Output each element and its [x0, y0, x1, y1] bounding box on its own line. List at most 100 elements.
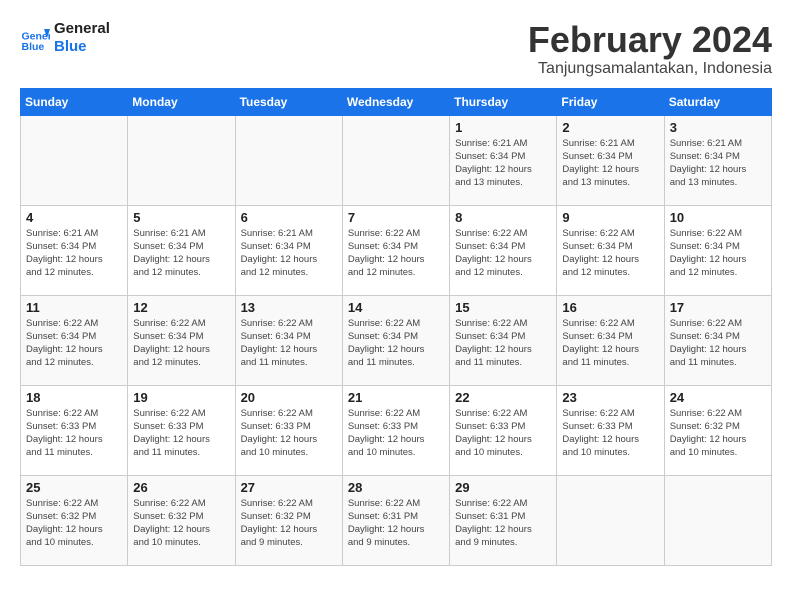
day-number: 29: [455, 480, 551, 495]
calendar-cell: 6 Sunrise: 6:21 AM Sunset: 6:34 PM Daylig…: [235, 205, 342, 295]
day-info: Sunrise: 6:21 AM Sunset: 6:34 PM Dayligh…: [455, 137, 551, 190]
calendar-cell: 23 Sunrise: 6:22 AM Sunset: 6:33 PM Dayli…: [557, 385, 664, 475]
day-number: 1: [455, 120, 551, 135]
day-info: Sunrise: 6:22 AM Sunset: 6:34 PM Dayligh…: [670, 317, 766, 370]
calendar-cell: 17 Sunrise: 6:22 AM Sunset: 6:34 PM Dayli…: [664, 295, 771, 385]
day-info: Sunrise: 6:22 AM Sunset: 6:32 PM Dayligh…: [670, 407, 766, 460]
calendar-cell: 27Sunrise: 6:22 AM Sunset: 6:32 PM Dayli…: [235, 475, 342, 565]
day-number: 21: [348, 390, 444, 405]
day-number: 18: [26, 390, 122, 405]
day-info: Sunrise: 6:22 AM Sunset: 6:34 PM Dayligh…: [241, 317, 337, 370]
day-info: Sunrise: 6:22 AM Sunset: 6:32 PM Dayligh…: [133, 497, 229, 550]
day-info: Sunrise: 6:21 AM Sunset: 6:34 PM Dayligh…: [562, 137, 658, 190]
calendar-cell: 4 Sunrise: 6:21 AM Sunset: 6:34 PM Daylig…: [21, 205, 128, 295]
day-number: 10: [670, 210, 766, 225]
calendar-cell: 26 Sunrise: 6:22 AM Sunset: 6:32 PM Dayli…: [128, 475, 235, 565]
day-number: 17: [670, 300, 766, 315]
calendar-cell: [21, 115, 128, 205]
day-info: Sunrise: 6:22 AM Sunset: 6:33 PM Dayligh…: [455, 407, 551, 460]
month-title: February 2024: [528, 20, 772, 60]
day-number: 6: [241, 210, 337, 225]
calendar-cell: 14Sunrise: 6:22 AM Sunset: 6:34 PM Dayli…: [342, 295, 449, 385]
calendar-cell: 10 Sunrise: 6:22 AM Sunset: 6:34 PM Dayli…: [664, 205, 771, 295]
calendar-cell: 8Sunrise: 6:22 AM Sunset: 6:34 PM Daylig…: [450, 205, 557, 295]
day-info: Sunrise: 6:22 AM Sunset: 6:33 PM Dayligh…: [241, 407, 337, 460]
day-number: 5: [133, 210, 229, 225]
calendar-week-row: 18 Sunrise: 6:22 AM Sunset: 6:33 PM Dayli…: [21, 385, 772, 475]
day-number: 24: [670, 390, 766, 405]
dow-header: Tuesday: [235, 88, 342, 115]
day-info: Sunrise: 6:22 AM Sunset: 6:32 PM Dayligh…: [26, 497, 122, 550]
day-number: 14: [348, 300, 444, 315]
logo-blue: Blue: [54, 38, 110, 56]
calendar-cell: 19 Sunrise: 6:22 AM Sunset: 6:33 PM Dayli…: [128, 385, 235, 475]
calendar-cell: [128, 115, 235, 205]
calendar-body: 1 Sunrise: 6:21 AM Sunset: 6:34 PM Daylig…: [21, 115, 772, 565]
calendar-cell: 13 Sunrise: 6:22 AM Sunset: 6:34 PM Dayli…: [235, 295, 342, 385]
day-info: Sunrise: 6:22 AM Sunset: 6:34 PM Dayligh…: [562, 317, 658, 370]
dow-header: Wednesday: [342, 88, 449, 115]
day-number: 22: [455, 390, 551, 405]
logo-icon: General Blue: [20, 23, 50, 53]
page-header: General Blue General Blue February 2024 …: [20, 20, 772, 78]
day-info: Sunrise: 6:22 AM Sunset: 6:34 PM Dayligh…: [348, 227, 444, 280]
calendar-cell: 28Sunrise: 6:22 AM Sunset: 6:31 PM Dayli…: [342, 475, 449, 565]
day-info: Sunrise: 6:21 AM Sunset: 6:34 PM Dayligh…: [241, 227, 337, 280]
day-number: 12: [133, 300, 229, 315]
day-number: 7: [348, 210, 444, 225]
svg-text:Blue: Blue: [22, 41, 45, 53]
calendar-cell: [235, 115, 342, 205]
day-number: 19: [133, 390, 229, 405]
dow-header: Saturday: [664, 88, 771, 115]
calendar-cell: 2 Sunrise: 6:21 AM Sunset: 6:34 PM Daylig…: [557, 115, 664, 205]
day-number: 23: [562, 390, 658, 405]
calendar-cell: 15Sunrise: 6:22 AM Sunset: 6:34 PM Dayli…: [450, 295, 557, 385]
day-info: Sunrise: 6:21 AM Sunset: 6:34 PM Dayligh…: [670, 137, 766, 190]
day-info: Sunrise: 6:22 AM Sunset: 6:34 PM Dayligh…: [133, 317, 229, 370]
calendar-cell: 9 Sunrise: 6:22 AM Sunset: 6:34 PM Daylig…: [557, 205, 664, 295]
day-info: Sunrise: 6:22 AM Sunset: 6:32 PM Dayligh…: [241, 497, 337, 550]
calendar-cell: 12 Sunrise: 6:22 AM Sunset: 6:34 PM Dayli…: [128, 295, 235, 385]
calendar-cell: [342, 115, 449, 205]
calendar-cell: 1 Sunrise: 6:21 AM Sunset: 6:34 PM Daylig…: [450, 115, 557, 205]
calendar-cell: 22 Sunrise: 6:22 AM Sunset: 6:33 PM Dayli…: [450, 385, 557, 475]
day-info: Sunrise: 6:21 AM Sunset: 6:34 PM Dayligh…: [26, 227, 122, 280]
day-info: Sunrise: 6:22 AM Sunset: 6:34 PM Dayligh…: [455, 317, 551, 370]
day-number: 26: [133, 480, 229, 495]
title-block: February 2024 Tanjungsamalantakan, Indon…: [528, 20, 772, 78]
calendar-cell: 25 Sunrise: 6:22 AM Sunset: 6:32 PM Dayli…: [21, 475, 128, 565]
dow-header: Sunday: [21, 88, 128, 115]
days-of-week-row: SundayMondayTuesdayWednesdayThursdayFrid…: [21, 88, 772, 115]
day-info: Sunrise: 6:22 AM Sunset: 6:33 PM Dayligh…: [26, 407, 122, 460]
calendar-week-row: 11Sunrise: 6:22 AM Sunset: 6:34 PM Dayli…: [21, 295, 772, 385]
day-info: Sunrise: 6:22 AM Sunset: 6:34 PM Dayligh…: [670, 227, 766, 280]
day-info: Sunrise: 6:22 AM Sunset: 6:33 PM Dayligh…: [348, 407, 444, 460]
day-number: 25: [26, 480, 122, 495]
calendar-cell: [664, 475, 771, 565]
dow-header: Monday: [128, 88, 235, 115]
calendar-cell: 20 Sunrise: 6:22 AM Sunset: 6:33 PM Dayli…: [235, 385, 342, 475]
day-number: 20: [241, 390, 337, 405]
calendar-cell: 29 Sunrise: 6:22 AM Sunset: 6:31 PM Dayli…: [450, 475, 557, 565]
day-info: Sunrise: 6:22 AM Sunset: 6:33 PM Dayligh…: [562, 407, 658, 460]
day-number: 3: [670, 120, 766, 135]
day-number: 16: [562, 300, 658, 315]
day-info: Sunrise: 6:22 AM Sunset: 6:34 PM Dayligh…: [26, 317, 122, 370]
day-number: 2: [562, 120, 658, 135]
calendar-cell: 24 Sunrise: 6:22 AM Sunset: 6:32 PM Dayli…: [664, 385, 771, 475]
location-title: Tanjungsamalantakan, Indonesia: [528, 60, 772, 78]
calendar-table: SundayMondayTuesdayWednesdayThursdayFrid…: [20, 88, 772, 566]
day-number: 9: [562, 210, 658, 225]
day-info: Sunrise: 6:22 AM Sunset: 6:31 PM Dayligh…: [455, 497, 551, 550]
logo-general: General: [54, 20, 110, 38]
calendar-cell: [557, 475, 664, 565]
calendar-cell: 5Sunrise: 6:21 AM Sunset: 6:34 PM Daylig…: [128, 205, 235, 295]
day-number: 4: [26, 210, 122, 225]
day-number: 13: [241, 300, 337, 315]
calendar-cell: 3 Sunrise: 6:21 AM Sunset: 6:34 PM Daylig…: [664, 115, 771, 205]
day-info: Sunrise: 6:22 AM Sunset: 6:34 PM Dayligh…: [562, 227, 658, 280]
day-info: Sunrise: 6:22 AM Sunset: 6:33 PM Dayligh…: [133, 407, 229, 460]
day-info: Sunrise: 6:22 AM Sunset: 6:34 PM Dayligh…: [455, 227, 551, 280]
calendar-week-row: 25 Sunrise: 6:22 AM Sunset: 6:32 PM Dayli…: [21, 475, 772, 565]
dow-header: Thursday: [450, 88, 557, 115]
